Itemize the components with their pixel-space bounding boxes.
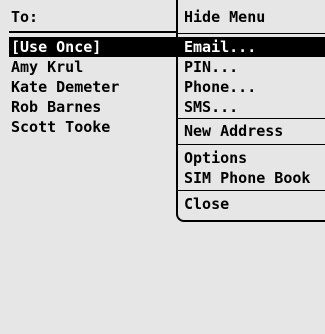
contact-item-kate-demeter[interactable]: Kate Demeter xyxy=(11,77,119,97)
contact-item-scott-tooke[interactable]: Scott Tooke xyxy=(11,117,110,137)
contact-item-amy-krul[interactable]: Amy Krul xyxy=(11,57,83,77)
menu-separator xyxy=(178,190,325,191)
compose-to-screen: To: [Use Once] Amy Krul Kate Demeter Rob… xyxy=(0,0,325,334)
menu-item-new-address[interactable]: New Address xyxy=(184,121,325,141)
menu-item-options[interactable]: Options xyxy=(184,148,325,168)
header-divider xyxy=(9,31,176,33)
context-menu: Hide Menu Email... PIN... Phone... SMS..… xyxy=(176,0,325,222)
menu-separator xyxy=(178,118,325,119)
menu-item-phone[interactable]: Phone... xyxy=(184,77,325,97)
to-label: To: xyxy=(11,8,39,26)
menu-item-pin[interactable]: PIN... xyxy=(184,57,325,77)
contact-item-rob-barnes[interactable]: Rob Barnes xyxy=(11,97,101,117)
menu-separator xyxy=(178,144,325,145)
contact-item-use-once[interactable]: [Use Once] xyxy=(9,37,176,57)
menu-separator xyxy=(178,33,325,34)
menu-item-hide-menu[interactable]: Hide Menu xyxy=(184,7,325,27)
menu-item-sms[interactable]: SMS... xyxy=(184,97,325,117)
menu-item-sim-phone-book[interactable]: SIM Phone Book xyxy=(184,168,325,188)
menu-item-close[interactable]: Close xyxy=(184,194,325,214)
menu-item-email[interactable]: Email... xyxy=(178,37,325,57)
